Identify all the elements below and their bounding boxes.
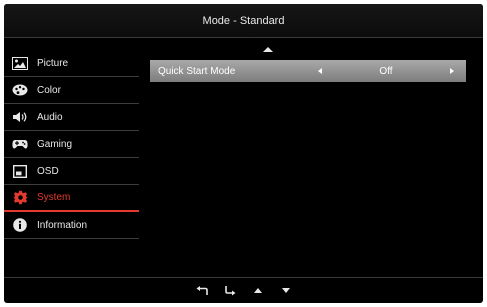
sidebar-item-label: Gaming: [37, 138, 73, 150]
info-icon: [12, 218, 28, 232]
value-right-arrow-icon[interactable]: [450, 68, 454, 74]
setting-label: Quick Start Mode: [158, 65, 236, 77]
gamepad-icon: [12, 137, 28, 151]
sidebar-item-label: Information: [37, 219, 88, 231]
sidebar-item-label: OSD: [37, 165, 59, 177]
picture-icon: [12, 56, 28, 70]
sidebar-item-picture[interactable]: Picture: [4, 50, 139, 77]
sidebar-item-information[interactable]: Information: [4, 212, 139, 239]
osd-icon: [12, 164, 28, 178]
sidebar-item-audio[interactable]: Audio: [4, 104, 139, 131]
sidebar-item-gaming[interactable]: Gaming: [4, 131, 139, 158]
sidebar-menu: Picture Color Audio Gaming OSD System In…: [4, 50, 139, 239]
title-bar: Mode - Standard: [4, 4, 483, 38]
sidebar-item-label: Audio: [37, 111, 63, 123]
sidebar-item-label: Picture: [37, 57, 69, 69]
speaker-icon: [12, 110, 28, 124]
sidebar-item-label: System: [37, 192, 71, 203]
enter-icon[interactable]: [219, 283, 241, 299]
osd-window: Mode - Standard Picture Color Audio Gami…: [4, 4, 483, 303]
button-guide: [4, 277, 483, 303]
sidebar-item-label: Color: [37, 84, 61, 96]
quick-start-mode-row[interactable]: Quick Start Mode Off: [150, 60, 466, 82]
up-icon[interactable]: [247, 283, 269, 299]
back-icon[interactable]: [191, 283, 213, 299]
mode-title: Mode - Standard: [202, 14, 285, 27]
sidebar-item-osd[interactable]: OSD: [4, 158, 139, 185]
palette-icon: [12, 83, 28, 97]
down-icon[interactable]: [275, 283, 297, 299]
scroll-up-icon[interactable]: [263, 47, 273, 52]
setting-value: Off: [379, 65, 393, 77]
sidebar-item-color[interactable]: Color: [4, 77, 139, 104]
gear-icon: [12, 190, 28, 205]
sidebar-item-system[interactable]: System: [4, 185, 139, 212]
